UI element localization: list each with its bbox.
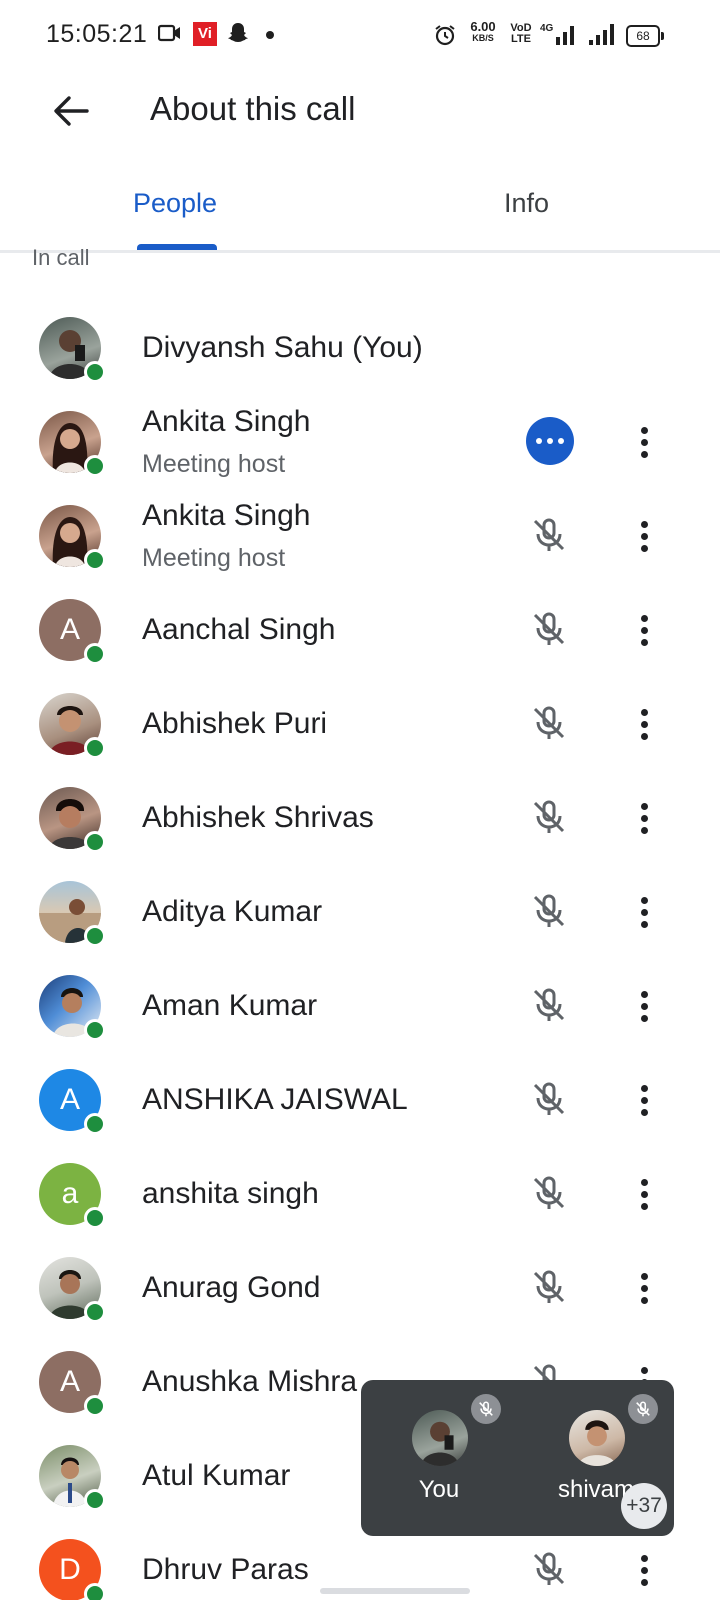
mic-off-icon (526, 1170, 572, 1216)
participant-name: Aman Kumar (142, 989, 318, 1022)
participant-name: Divyansh Sahu (You) (142, 331, 423, 364)
tile-label: You (418, 1476, 460, 1503)
mic-off-icon (526, 982, 572, 1028)
mic-off-icon (526, 512, 572, 558)
presence-indicator (84, 1395, 106, 1417)
participant-row[interactable]: Abhishek Puri (0, 677, 720, 771)
participant-row[interactable]: A ANSHIKA JAISWAL (0, 1053, 720, 1147)
mic-off-icon (526, 606, 572, 652)
participant-row[interactable]: Divyansh Sahu (You) (0, 301, 720, 395)
more-options-button[interactable] (624, 1170, 664, 1218)
more-options-button[interactable] (624, 418, 664, 466)
more-options-button[interactable] (624, 888, 664, 936)
floating-call-tiles[interactable]: You shivam +37 (361, 1380, 674, 1536)
scroll-indicator (320, 1588, 470, 1594)
more-options-button[interactable] (624, 1546, 664, 1594)
participant-name: Abhishek Puri (142, 707, 328, 740)
participant-name: Aanchal Singh (142, 613, 336, 646)
presence-indicator (84, 1583, 106, 1600)
participant-name: Anurag Gond (142, 1271, 321, 1304)
mic-off-icon (628, 1394, 658, 1424)
participant-name: Atul Kumar (142, 1459, 291, 1492)
more-options-button[interactable] (624, 700, 664, 748)
presence-indicator (84, 831, 106, 853)
participant-name: Ankita Singh (142, 499, 311, 532)
presence-indicator (84, 1489, 106, 1511)
more-options-button[interactable] (624, 794, 664, 842)
avatar (412, 1410, 468, 1466)
screen: 15:05:21 Vi 6.00 KB/S VoD LTE 4G 68 Abou… (0, 0, 720, 1600)
participant-name: Abhishek Shrivas (142, 801, 374, 834)
speaking-indicator-icon (526, 417, 574, 465)
more-options-button[interactable] (624, 606, 664, 654)
participant-row[interactable]: Ankita Singh Meeting host (0, 395, 720, 489)
participant-name: Dhruv Paras (142, 1553, 309, 1586)
presence-indicator (84, 455, 106, 477)
more-options-button[interactable] (624, 1264, 664, 1312)
more-options-button[interactable] (624, 1076, 664, 1124)
participant-name: anshita singh (142, 1177, 319, 1210)
participant-name: Anushka Mishra (142, 1365, 358, 1398)
mic-off-icon (526, 700, 572, 746)
presence-indicator (84, 1113, 106, 1135)
participant-row[interactable]: Ankita Singh Meeting host (0, 489, 720, 583)
mic-off-icon (526, 1546, 572, 1592)
presence-indicator (84, 643, 106, 665)
participant-row[interactable]: Anurag Gond (0, 1241, 720, 1335)
more-options-button[interactable] (624, 512, 664, 560)
participant-role: Meeting host (142, 450, 286, 478)
mic-off-icon (471, 1394, 501, 1424)
presence-indicator (84, 1019, 106, 1041)
participant-row[interactable]: Aman Kumar (0, 959, 720, 1053)
participant-name: Aditya Kumar (142, 895, 323, 928)
presence-indicator (84, 1301, 106, 1323)
presence-indicator (84, 549, 106, 571)
more-options-button[interactable] (624, 982, 664, 1030)
mic-off-icon (526, 1264, 572, 1310)
participant-name: ANSHIKA JAISWAL (142, 1083, 408, 1116)
presence-indicator (84, 737, 106, 759)
mic-off-icon (526, 888, 572, 934)
presence-indicator (84, 925, 106, 947)
participant-role: Meeting host (142, 544, 286, 572)
self-tile[interactable]: You (361, 1380, 517, 1536)
participant-list: Divyansh Sahu (You) Ankita Singh Meeting… (0, 0, 720, 1600)
presence-indicator (84, 1207, 106, 1229)
avatar (569, 1410, 625, 1466)
participant-row[interactable]: a anshita singh (0, 1147, 720, 1241)
participant-row[interactable]: A Aanchal Singh (0, 583, 720, 677)
mic-off-icon (526, 1076, 572, 1122)
more-participants-badge[interactable]: +37 (621, 1483, 667, 1529)
participant-name: Ankita Singh (142, 405, 311, 438)
presence-indicator (84, 361, 106, 383)
participant-row[interactable]: Abhishek Shrivas (0, 771, 720, 865)
mic-off-icon (526, 794, 572, 840)
participant-row[interactable]: Aditya Kumar (0, 865, 720, 959)
